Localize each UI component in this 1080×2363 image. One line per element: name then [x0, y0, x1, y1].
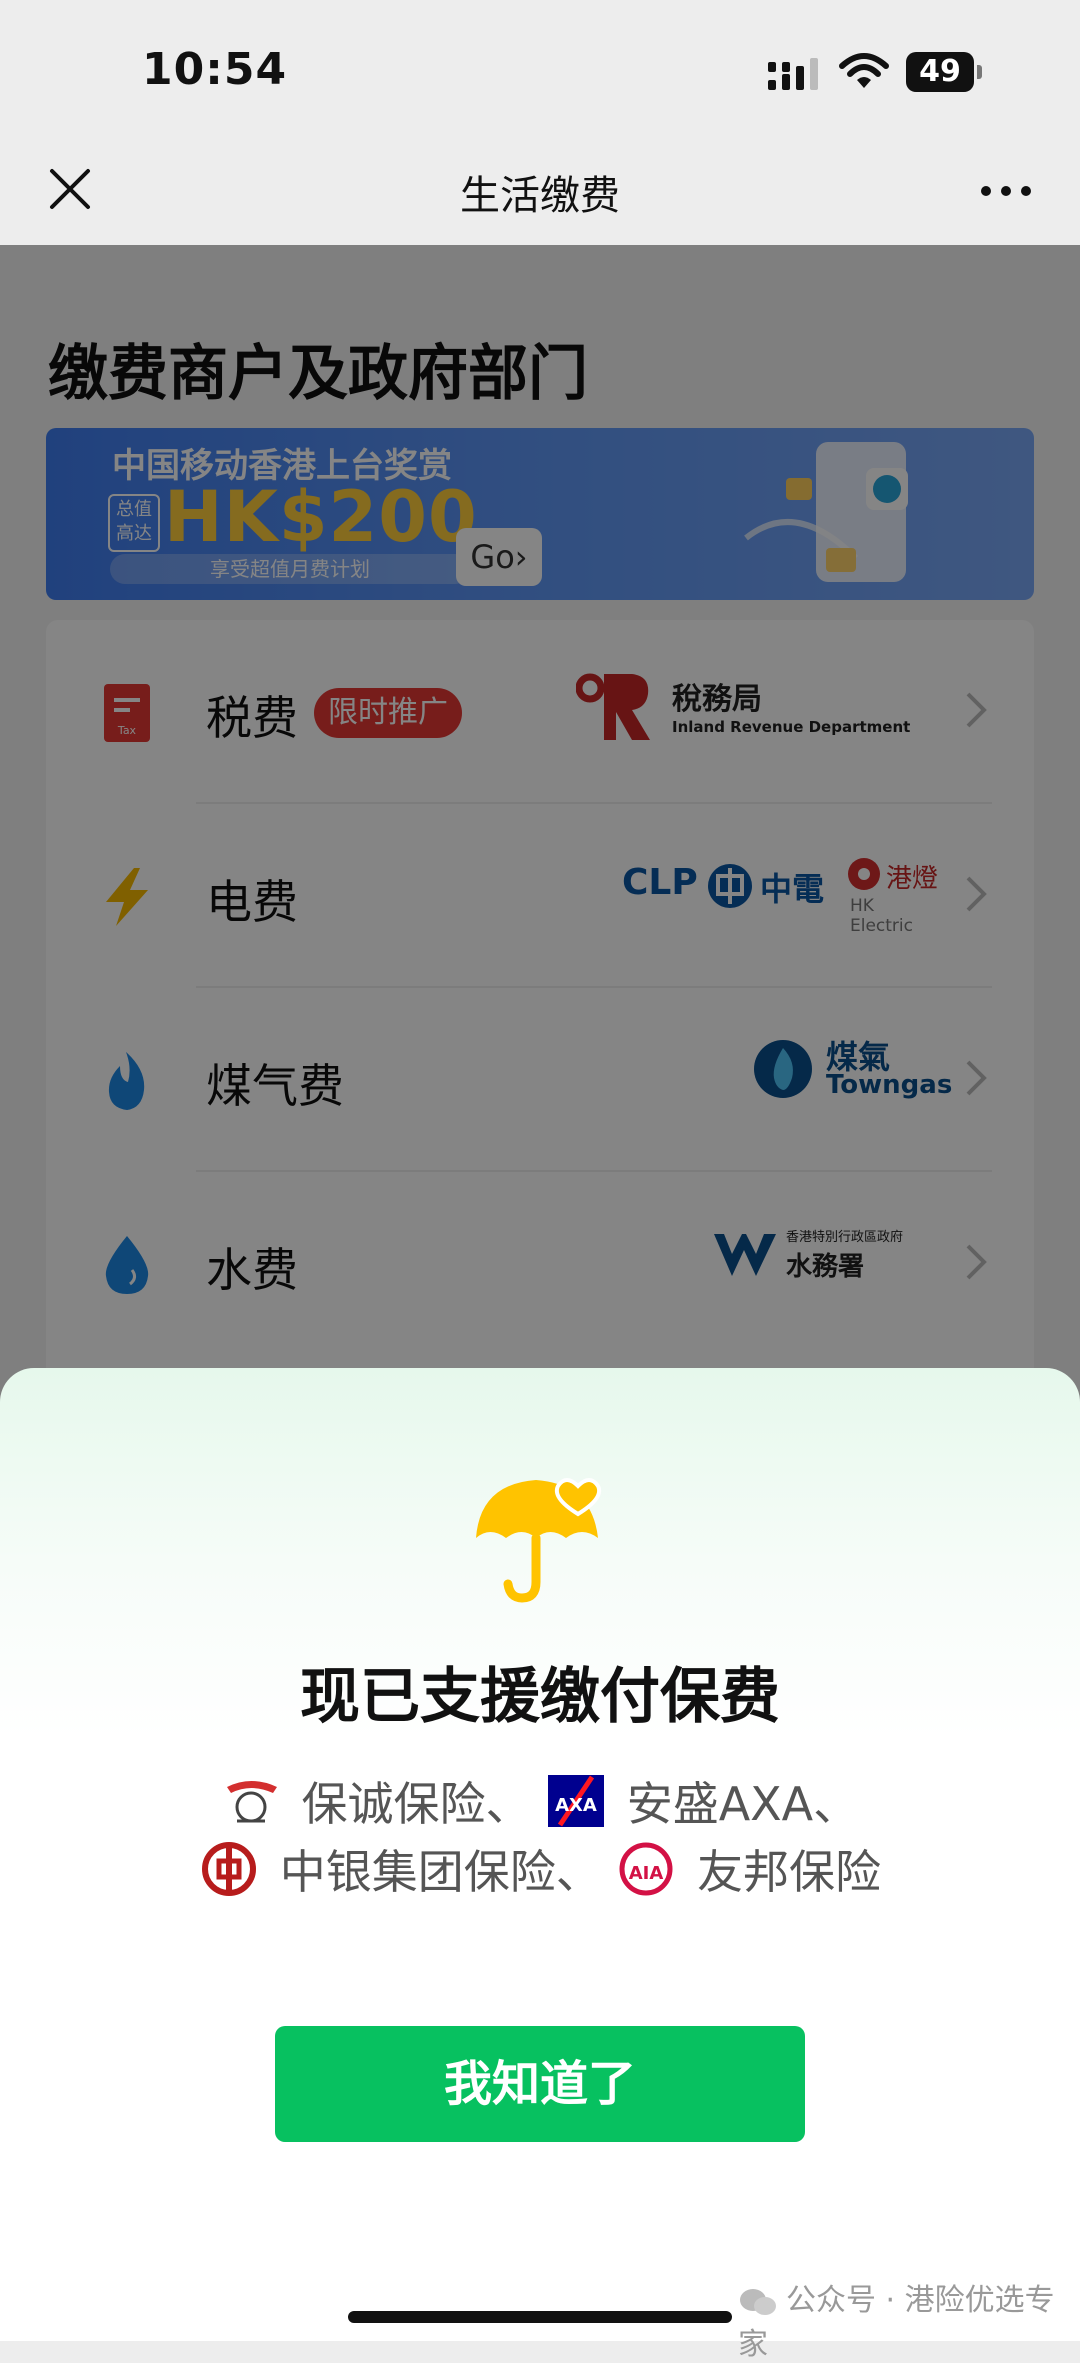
home-indicator[interactable] [348, 2311, 732, 2323]
battery-level: 49 [919, 54, 961, 89]
wifi-icon [839, 53, 889, 88]
page-title: 生活缴费 [460, 173, 620, 219]
umbrella-heart-icon [476, 1478, 601, 1603]
nav-bar: 生活缴费 [0, 145, 1080, 245]
wechat-icon [740, 2288, 776, 2315]
insurer-axa: 安盛AXA、 [626, 1777, 860, 1831]
acknowledge-button[interactable]: 我知道了 [275, 2026, 805, 2142]
sheet-title: 现已支援缴付保费 [300, 1662, 780, 1732]
axa-logo-icon: AXA [548, 1775, 605, 1827]
bottom-sheet: 现已支援缴付保费 保诚保险、 AXA 安盛AXA、 中银集团保险、 AIA 友邦… [0, 1368, 1080, 2362]
status-time: 10:54 [142, 44, 288, 95]
svg-text:AXA: AXA [555, 1795, 597, 1816]
aia-logo-icon: AIA [619, 1842, 673, 1896]
watermark-text: 公众号 · 港险优选专家 [738, 2283, 1055, 2362]
insurer-boc: 中银集团保险、 [279, 1845, 602, 1899]
prudential-logo-icon [226, 1781, 277, 1823]
status-bar: 10:54 49 [0, 0, 1080, 145]
cellular-signal-icon [768, 58, 818, 90]
svg-text:AIA: AIA [629, 1863, 664, 1884]
boc-logo-icon [202, 1842, 257, 1896]
insurer-aia: 友邦保险 [696, 1845, 881, 1899]
insurers-line-1: 保诚保险、 AXA 安盛AXA、 [0, 1768, 1080, 1834]
more-options-icon[interactable] [980, 181, 1032, 201]
watermark: 公众号 · 港险优选专家 [738, 2275, 1080, 2363]
battery-icon: 49 [906, 52, 984, 92]
insurer-prudential: 保诚保险、 [301, 1777, 532, 1831]
insurers-line-2: 中银集团保险、 AIA 友邦保险 [0, 1836, 1080, 1902]
